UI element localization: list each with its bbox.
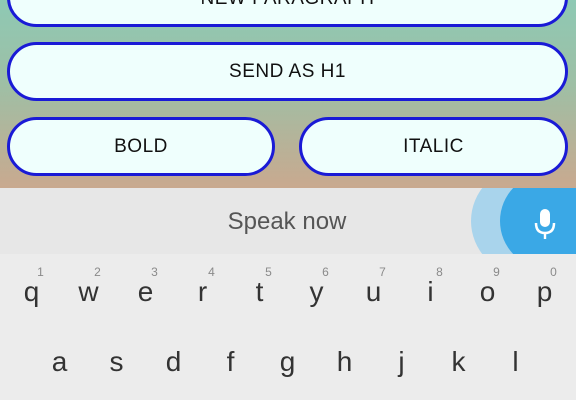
key-k[interactable]: k [430,254,487,377]
new-paragraph-button[interactable]: NEW PARAGRAPH [7,0,568,27]
key-s[interactable]: s [88,254,145,377]
key-j[interactable]: j [373,254,430,377]
key-label: h [336,346,353,377]
key-label: a [51,346,68,377]
key-g[interactable]: g [259,254,316,377]
key-l[interactable]: l [487,254,544,377]
key-a[interactable]: a [31,254,88,377]
microphone-icon [534,209,556,239]
key-label: l [512,346,519,377]
key-f[interactable]: f [202,254,259,377]
key-label: s [109,346,124,377]
microphone-button[interactable] [500,188,576,254]
key-label: k [451,346,466,377]
italic-button[interactable]: ITALIC [299,117,568,176]
key-label: j [398,346,405,377]
app-content: NEW PARAGRAPH SEND AS H1 BOLD ITALIC [0,0,576,188]
key-label: d [165,346,182,377]
send-as-h1-button[interactable]: SEND AS H1 [7,42,568,101]
key-label: g [279,346,296,377]
key-d[interactable]: d [145,254,202,377]
keyboard: 1q2w3e4r5t6y7u8i9o0p asdfghjkl [0,254,576,400]
key-label: f [226,346,235,377]
bold-button[interactable]: BOLD [7,117,275,176]
speak-now-prompt: Speak now [227,208,347,235]
key-h[interactable]: h [316,254,373,377]
voice-input-bar: Speak now [0,188,576,254]
